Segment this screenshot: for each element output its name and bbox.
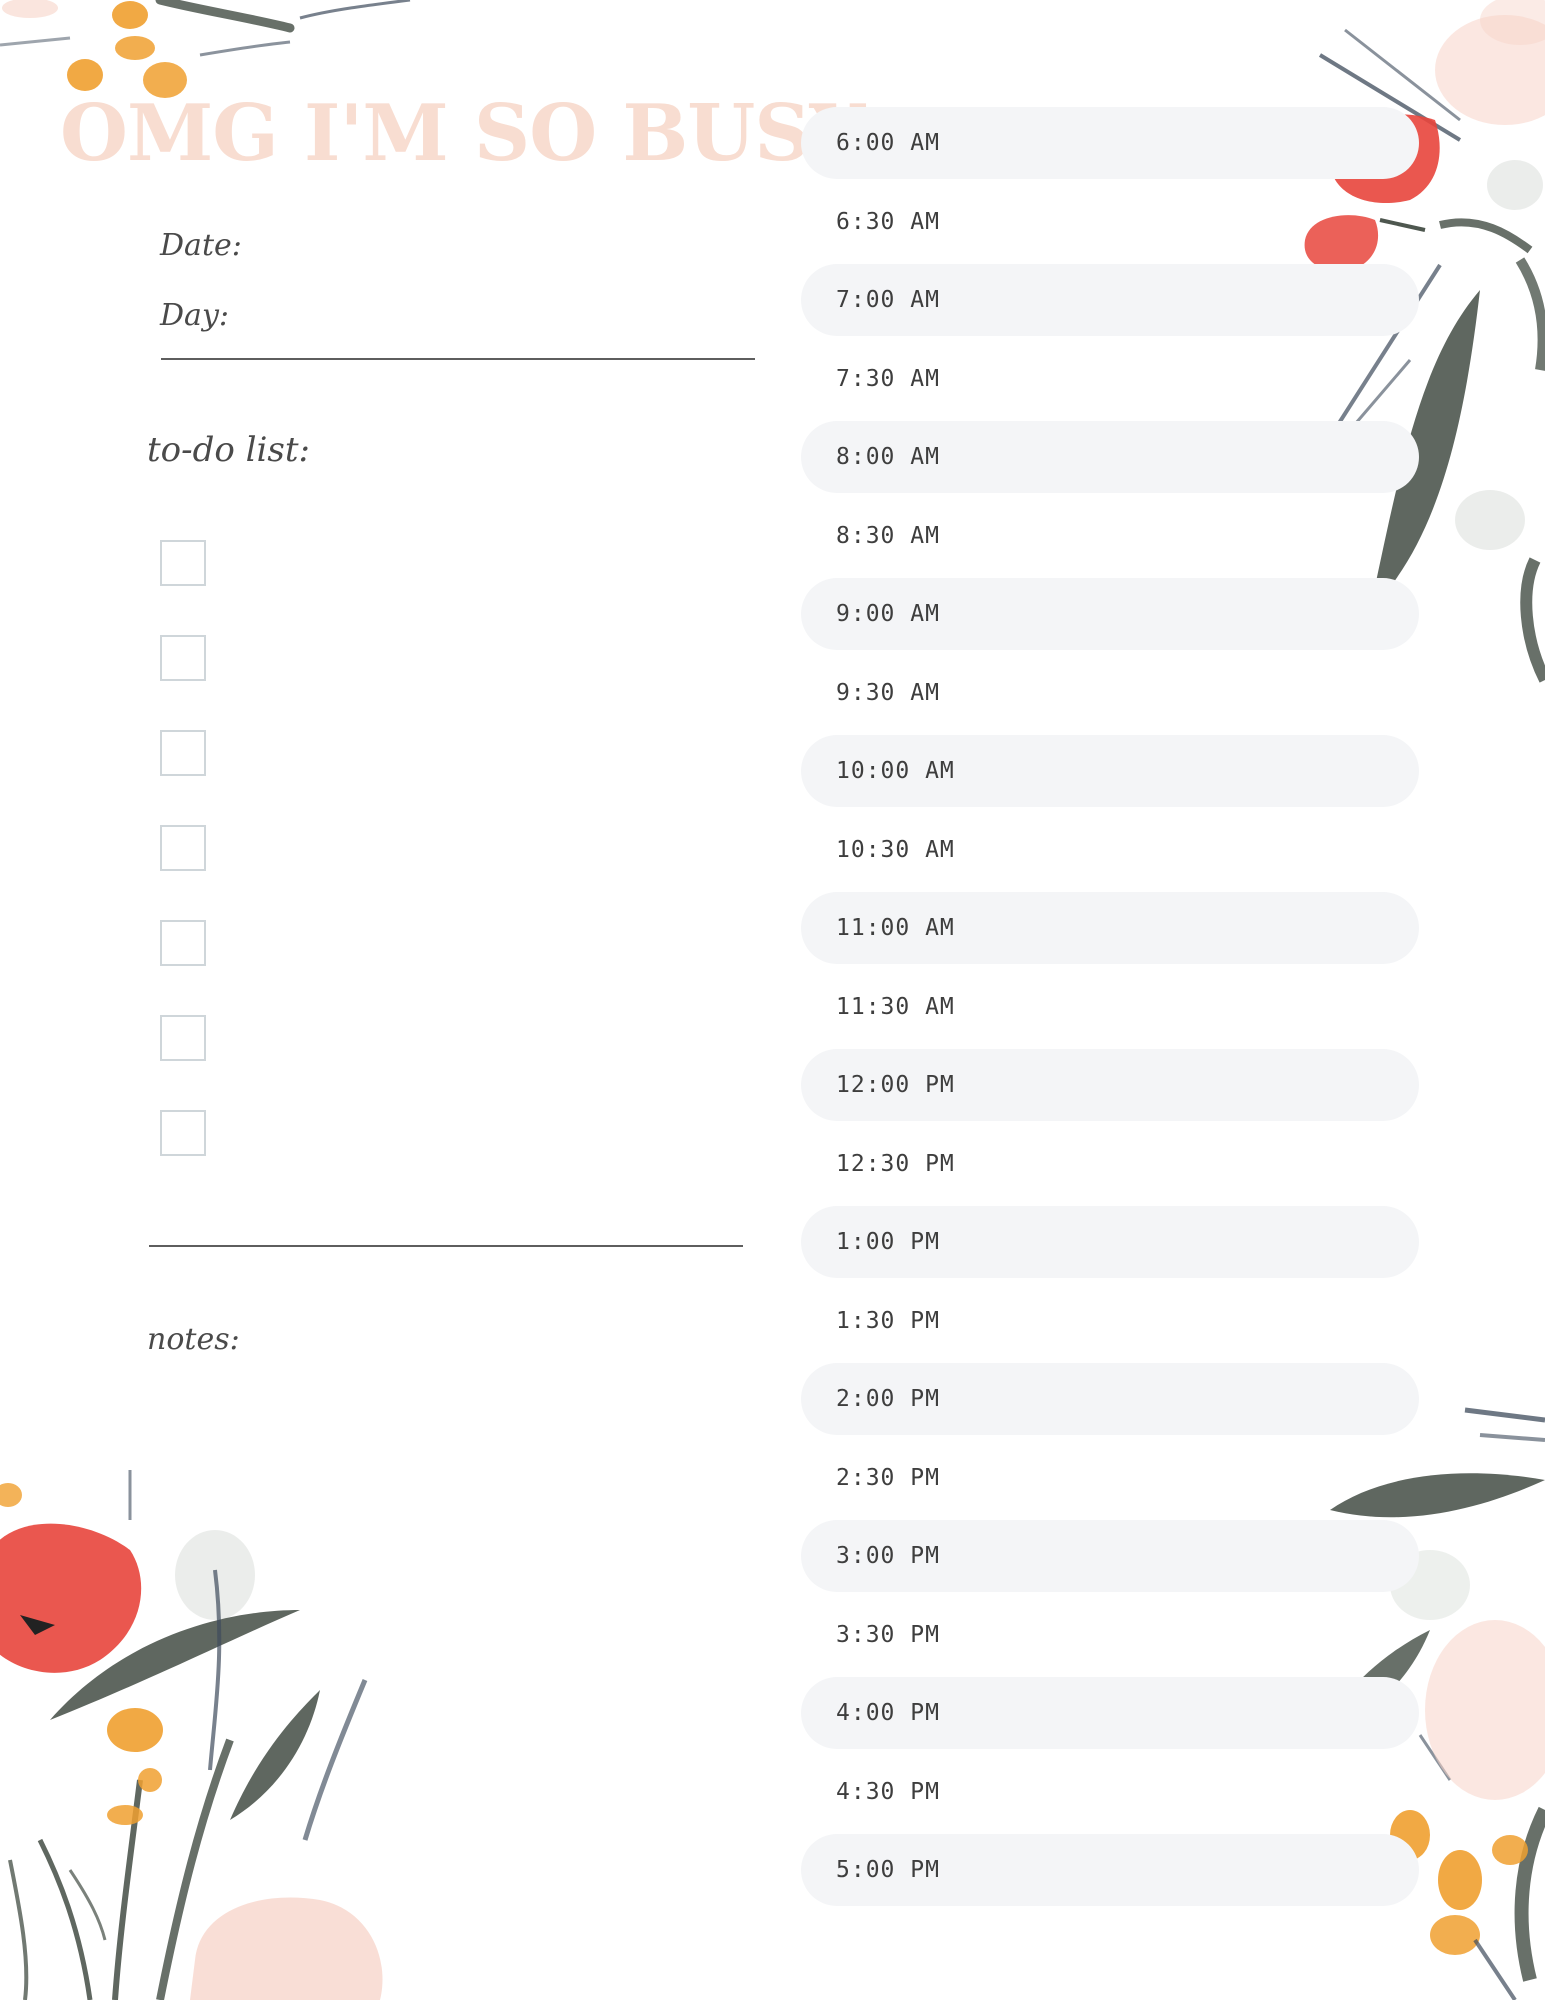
time-slot-label: 11:00 AM bbox=[836, 915, 955, 941]
time-slot-label: 12:30 PM bbox=[836, 1150, 955, 1177]
time-slot-label: 3:30 PM bbox=[836, 1621, 940, 1648]
todo-checkbox[interactable] bbox=[160, 635, 206, 681]
time-slot[interactable]: 8:30 AM bbox=[801, 500, 1419, 572]
time-slot-label: 8:30 AM bbox=[836, 522, 940, 549]
todo-item bbox=[160, 1110, 720, 1205]
hourly-schedule: 6:00 AM 6:30 AM 7:00 AM 7:30 AM 8:00 AM 8:30 … bbox=[801, 107, 1419, 1913]
time-slot-label: 5:00 PM bbox=[836, 1857, 940, 1883]
time-slot[interactable]: 3:00 PM bbox=[801, 1520, 1419, 1592]
time-slot[interactable]: 12:00 PM bbox=[801, 1049, 1419, 1121]
time-slot[interactable]: 7:00 AM bbox=[801, 264, 1419, 336]
todo-checkbox[interactable] bbox=[160, 825, 206, 871]
time-slot[interactable]: 10:00 AM bbox=[801, 735, 1419, 807]
time-slot-label: 2:00 PM bbox=[836, 1386, 940, 1412]
todo-checkbox[interactable] bbox=[160, 920, 206, 966]
time-slot[interactable]: 8:00 AM bbox=[801, 421, 1419, 493]
time-slot-label: 6:00 AM bbox=[836, 130, 940, 156]
time-slot[interactable]: 10:30 AM bbox=[801, 814, 1419, 886]
todo-item bbox=[160, 825, 720, 920]
todo-checkbox[interactable] bbox=[160, 1015, 206, 1061]
todo-checkbox[interactable] bbox=[160, 1110, 206, 1156]
time-slot-label: 9:00 AM bbox=[836, 601, 940, 627]
time-slot[interactable]: 2:00 PM bbox=[801, 1363, 1419, 1435]
time-slot[interactable]: 4:30 PM bbox=[801, 1756, 1419, 1828]
notes-label: notes: bbox=[147, 1322, 240, 1357]
time-slot-label: 10:00 AM bbox=[836, 758, 955, 784]
time-slot-label: 4:00 PM bbox=[836, 1700, 940, 1726]
time-slot[interactable]: 11:00 AM bbox=[801, 892, 1419, 964]
todo-list bbox=[160, 540, 720, 1205]
date-day-divider bbox=[161, 358, 755, 360]
time-slot[interactable]: 3:30 PM bbox=[801, 1599, 1419, 1671]
time-slot[interactable]: 1:00 PM bbox=[801, 1206, 1419, 1278]
time-slot-label: 11:30 AM bbox=[836, 993, 955, 1020]
todo-item bbox=[160, 730, 720, 825]
time-slot[interactable]: 6:00 AM bbox=[801, 107, 1419, 179]
time-slot[interactable]: 4:00 PM bbox=[801, 1677, 1419, 1749]
time-slot-label: 4:30 PM bbox=[836, 1778, 940, 1805]
time-slot-label: 1:30 PM bbox=[836, 1307, 940, 1334]
todo-checkbox[interactable] bbox=[160, 730, 206, 776]
floral-bottom-left-illustration bbox=[0, 1470, 383, 2000]
time-slot-label: 7:00 AM bbox=[836, 287, 940, 313]
todo-item bbox=[160, 1015, 720, 1110]
time-slot-label: 6:30 AM bbox=[836, 208, 940, 235]
time-slot[interactable]: 11:30 AM bbox=[801, 971, 1419, 1043]
todo-item bbox=[160, 920, 720, 1015]
time-slot-label: 1:00 PM bbox=[836, 1229, 940, 1255]
time-slot[interactable]: 5:00 PM bbox=[801, 1834, 1419, 1906]
date-label: Date: bbox=[160, 228, 242, 263]
todo-item bbox=[160, 540, 720, 635]
time-slot-label: 3:00 PM bbox=[836, 1543, 940, 1569]
time-slot[interactable]: 6:30 AM bbox=[801, 186, 1419, 258]
time-slot-label: 7:30 AM bbox=[836, 365, 940, 392]
time-slot[interactable]: 7:30 AM bbox=[801, 343, 1419, 415]
todo-checkbox[interactable] bbox=[160, 540, 206, 586]
time-slot-label: 2:30 PM bbox=[836, 1464, 940, 1491]
time-slot[interactable]: 9:00 AM bbox=[801, 578, 1419, 650]
day-label: Day: bbox=[160, 298, 229, 333]
time-slot-label: 10:30 AM bbox=[836, 836, 955, 863]
time-slot-label: 8:00 AM bbox=[836, 444, 940, 470]
time-slot[interactable]: 2:30 PM bbox=[801, 1442, 1419, 1514]
time-slot[interactable]: 12:30 PM bbox=[801, 1128, 1419, 1200]
time-slot[interactable]: 1:30 PM bbox=[801, 1285, 1419, 1357]
todo-item bbox=[160, 635, 720, 730]
time-slot[interactable]: 9:30 AM bbox=[801, 657, 1419, 729]
time-slot-label: 12:00 PM bbox=[836, 1072, 955, 1098]
page-title: OMG I'M SO BUSY bbox=[60, 88, 865, 179]
todo-notes-divider bbox=[149, 1245, 743, 1247]
todo-list-label: to-do list: bbox=[147, 430, 310, 470]
time-slot-label: 9:30 AM bbox=[836, 679, 940, 706]
